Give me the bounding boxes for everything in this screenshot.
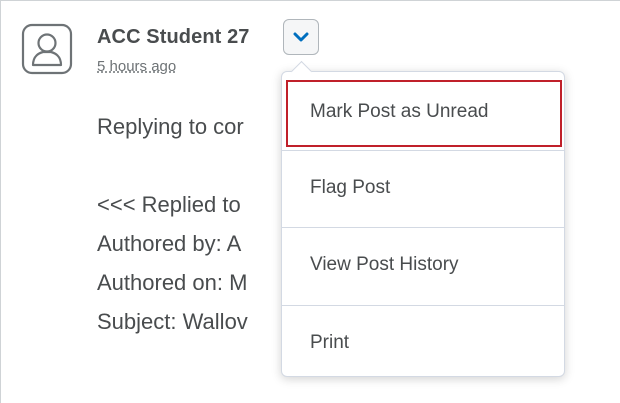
menu-item-flag-post[interactable]: Flag Post [282, 150, 564, 226]
post-body-line-subject: Subject: Wallov [97, 309, 248, 334]
post-timestamp-link[interactable]: 5 hours ago [97, 58, 176, 75]
menu-item-print[interactable]: Print [282, 305, 564, 381]
post-actions-toggle-button[interactable] [283, 19, 319, 55]
menu-item-view-post-history[interactable]: View Post History [282, 227, 564, 303]
post-body: Replying to cor <<< Replied to Authored … [97, 114, 287, 334]
post-body-line-reply: Replying to cor [97, 114, 244, 139]
menu-item-mark-unread[interactable]: Mark Post as Unread [282, 74, 564, 150]
post-actions-menu: Mark Post as Unread Flag Post View Post … [281, 60, 565, 377]
post-body-line-authored-on: Authored on: M [97, 270, 248, 295]
post-body-line-replied-to: <<< Replied to [97, 192, 241, 217]
post-body-line-authored-by: Authored by: A [97, 231, 242, 256]
post-author-name: ACC Student 27 [97, 26, 250, 48]
discussion-post: ACC Student 27 5 hours ago Replying to c… [0, 0, 620, 403]
chevron-down-icon [293, 32, 309, 42]
user-avatar-icon [21, 23, 73, 75]
